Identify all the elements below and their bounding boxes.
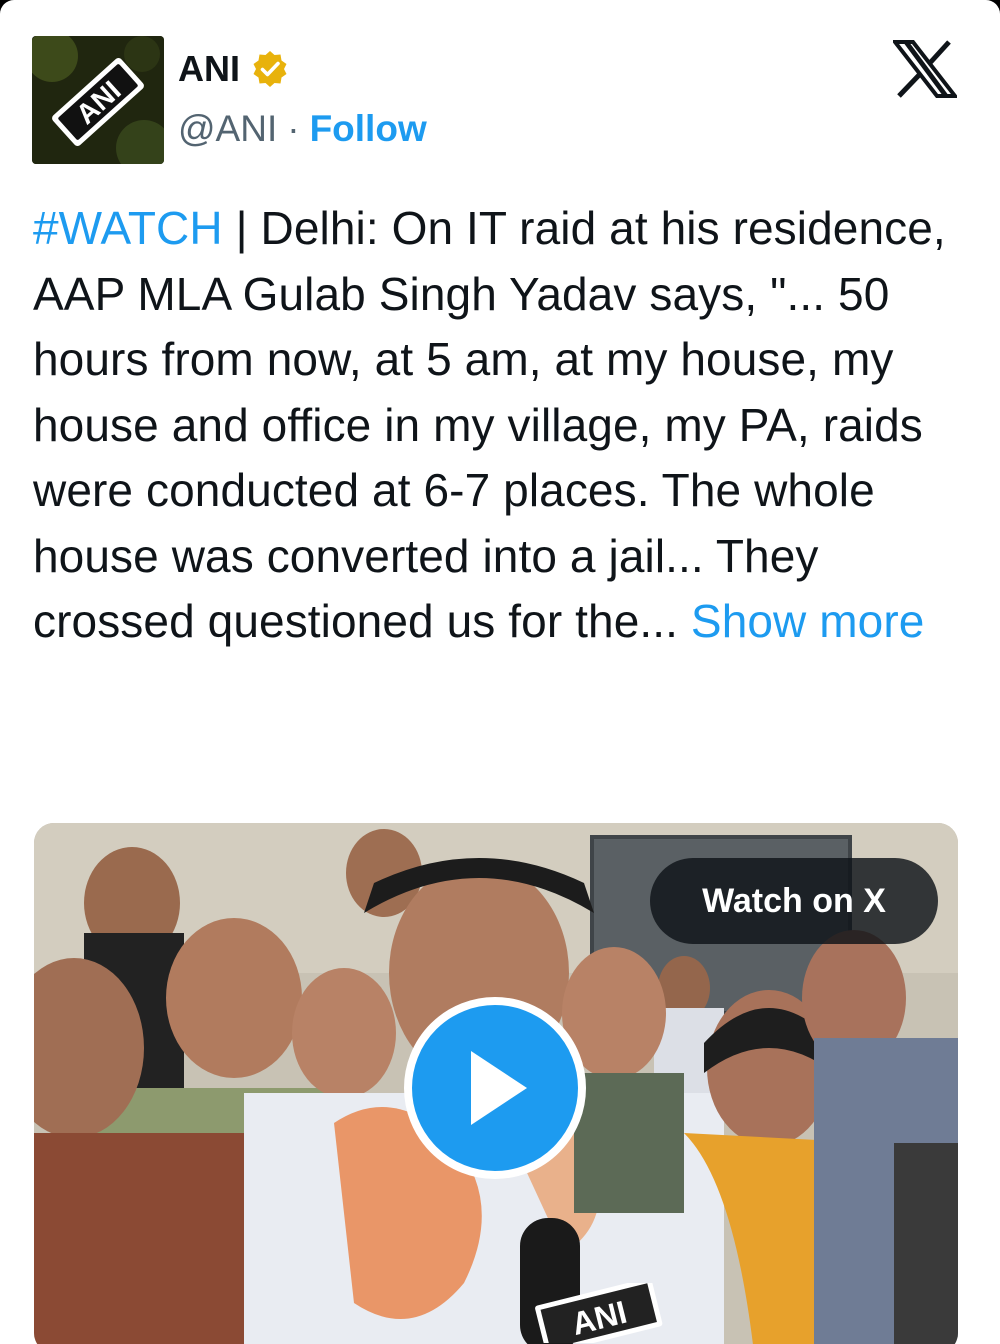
ani-watermark-icon: ANI: [535, 1283, 663, 1343]
account-handle[interactable]: @ANI: [178, 108, 277, 150]
verified-badge-icon: [253, 51, 287, 87]
tweet-embed-card: ANI ANI @ANI · Follow #WATCH | Delhi: On…: [0, 0, 1000, 1344]
tweet-body: | Delhi: On IT raid at his residence, AA…: [33, 202, 946, 647]
follow-button[interactable]: Follow: [310, 108, 427, 150]
ani-logo-icon: ANI: [32, 36, 164, 164]
account-name[interactable]: ANI: [178, 48, 240, 90]
separator: ·: [287, 108, 300, 149]
x-logo-icon[interactable]: [893, 40, 957, 98]
hashtag-link[interactable]: #WATCH: [33, 202, 223, 254]
account-name-row[interactable]: ANI: [178, 48, 290, 90]
play-icon: [471, 1051, 527, 1125]
avatar[interactable]: ANI: [32, 36, 164, 164]
play-button[interactable]: [404, 997, 586, 1179]
show-more-link[interactable]: Show more: [691, 595, 925, 647]
tweet-text: #WATCH | Delhi: On IT raid at his reside…: [33, 196, 968, 655]
handle-row: @ANI · Follow: [178, 108, 427, 150]
watch-on-x-button[interactable]: Watch on X: [650, 858, 938, 944]
